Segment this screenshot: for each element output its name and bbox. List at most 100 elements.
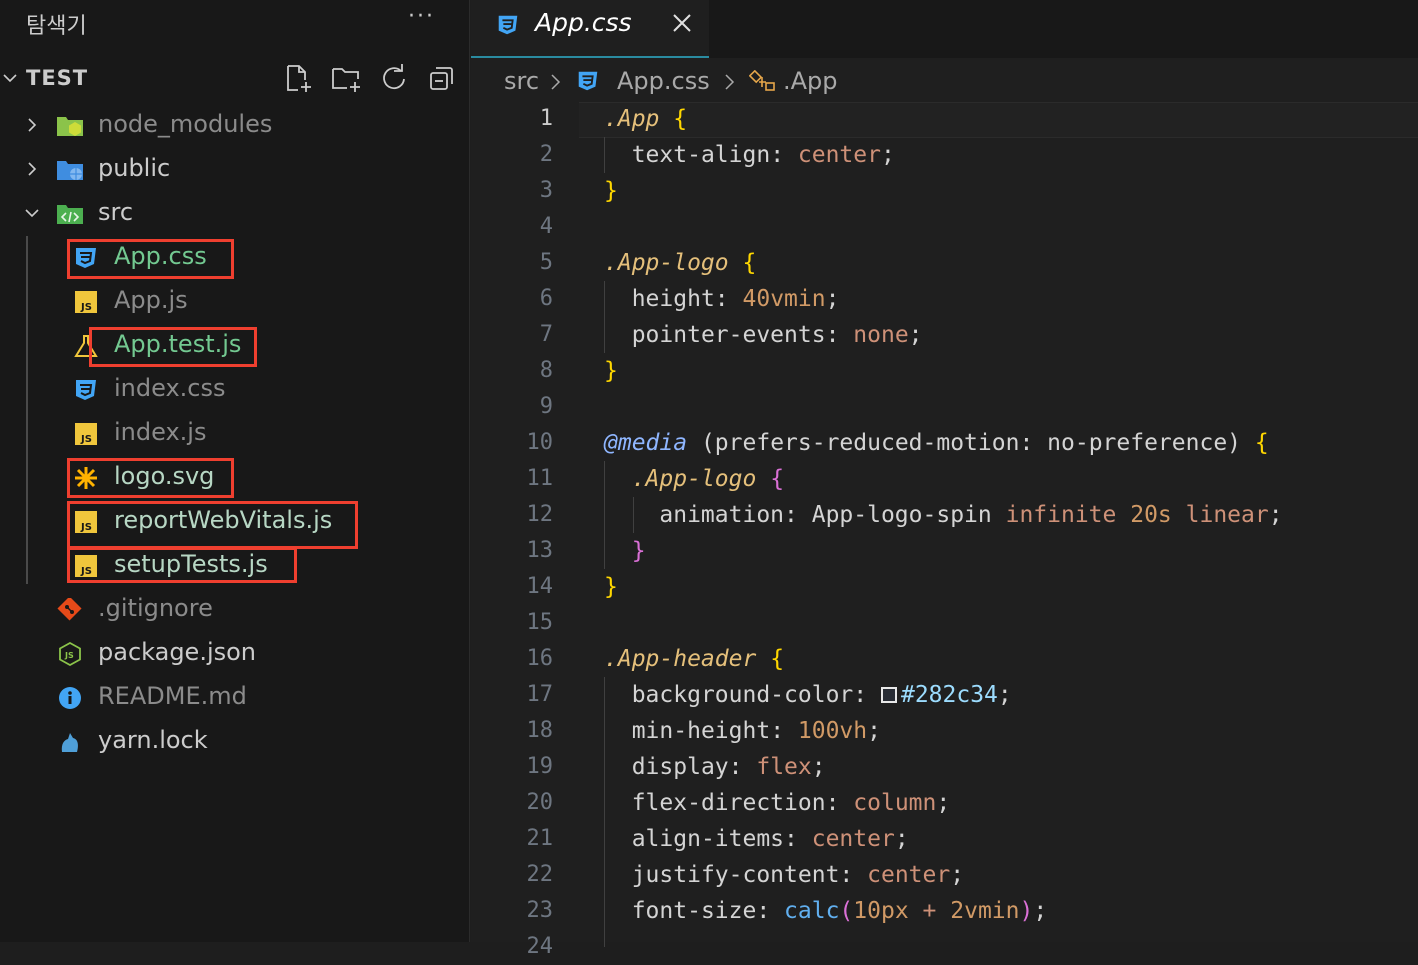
chevron-right-icon [28,118,37,132]
chevron-right-icon [725,74,735,90]
explorer-sidebar: 탐색기 ··· TEST node_modules public src App… [0,0,470,942]
code-line: flex-direction: column; [631,790,951,816]
tree-item-label: package.json [98,638,257,666]
line-number: 11 [526,466,554,491]
code-line: .App { [604,106,688,132]
code-line: } [604,574,618,600]
code-line: min-height: 100vh; [631,718,881,744]
line-number: 18 [526,718,554,743]
line-number: 7 [539,322,553,347]
tab-bar: App.css [471,0,1418,58]
tree-item-label: src [98,198,134,226]
highlight-box [67,547,297,583]
explorer-title: 탐색기 [26,14,87,39]
new-file-icon[interactable] [282,62,314,94]
code-line: background-color: #282c34; [631,682,1012,708]
line-number: 23 [526,898,554,923]
collapse-all-icon[interactable] [426,62,458,94]
code-line: } [631,538,646,564]
info-file-icon [56,686,84,710]
code-line: } [604,178,618,204]
line-number: 4 [539,214,553,239]
line-number: 14 [526,574,554,599]
new-folder-icon[interactable] [330,62,362,94]
yarn-file-icon [56,730,84,754]
breadcrumb-symbol[interactable]: .App [783,67,838,95]
workspace-section-header[interactable]: TEST [0,62,470,98]
highlight-box [89,327,257,367]
breadcrumb: src App.css .App [471,62,1418,102]
color-swatch[interactable] [880,687,897,703]
svg-text:JS: JS [80,302,92,313]
tree-item-package-json[interactable]: JS package.json [0,631,470,675]
code-line: display: flex; [631,754,826,780]
tree-item-app-js[interactable]: JS App.js [0,279,470,323]
code-line: .App-logo { [604,250,757,276]
workspace-name: TEST [26,66,89,90]
tree-item-label: index.css [114,374,226,402]
line-number: 8 [539,358,553,383]
tree-item-node-modules[interactable]: node_modules [0,103,470,147]
css-file-icon [578,71,598,91]
chevron-down-icon [3,74,17,83]
breadcrumb-file[interactable]: App.css [617,67,710,95]
line-number: 6 [539,286,553,311]
css-file-icon [498,15,518,35]
code-line: align-items: center; [631,826,909,852]
code-line: .App-logo { [631,466,785,492]
node-file-icon: JS [56,641,84,667]
chevron-right-icon [28,162,37,176]
tree-item-label: node_modules [98,110,273,138]
svg-text:JS: JS [64,651,74,660]
line-number: 3 [539,178,553,203]
code-line: font-size: calc(10px + 2vmin); [631,898,1048,924]
line-number: 5 [539,250,553,275]
folder-node-icon [56,114,84,138]
symbol-class-icon [749,70,775,91]
git-file-icon [56,596,84,622]
tree-item-readme-md[interactable]: README.md [0,675,470,719]
tree-item-src[interactable]: src [0,191,470,235]
highlight-box [67,458,234,498]
line-number: 13 [526,538,554,563]
more-actions-icon[interactable]: ··· [408,4,435,29]
folder-src-icon [56,202,84,226]
tree-item-label: App.js [114,286,188,314]
highlight-box [67,501,358,549]
tree-item-yarn-lock[interactable]: yarn.lock [0,719,470,763]
folder-public-icon [56,158,84,182]
code-line: pointer-events: none; [631,322,923,348]
tree-item-label: index.js [114,418,207,446]
tab-label: App.css [535,8,632,37]
tree-item-index-css[interactable]: index.css [0,367,470,411]
code-line: height: 40vmin; [631,286,840,312]
highlight-box [67,239,234,279]
js-file-icon: JS [72,422,100,446]
line-number: 24 [526,934,554,959]
line-number: 10 [526,430,554,455]
line-number: 17 [526,682,554,707]
tree-item-label: .gitignore [98,594,213,622]
line-number: 21 [526,826,554,851]
code-line: text-align: center; [631,142,895,168]
close-icon[interactable] [671,12,693,34]
line-number: 22 [526,862,554,887]
code-line: } [604,358,618,384]
js-file-icon: JS [72,290,100,314]
tab-app-css[interactable]: App.css [471,0,709,58]
code-line: @media (prefers-reduced-motion: no-prefe… [604,430,1269,456]
line-number: 20 [526,790,554,815]
line-number: 16 [526,646,554,671]
code-line: animation: App-logo-spin infinite 20s li… [659,502,1283,528]
tree-item-label: yarn.lock [98,726,208,754]
line-number: 19 [526,754,554,779]
line-number: 2 [539,142,553,167]
refresh-icon[interactable] [378,62,410,94]
breadcrumb-folder[interactable]: src [504,67,539,95]
code-line: justify-content: center; [631,862,965,888]
tree-item-gitignore[interactable]: .gitignore [0,587,470,631]
line-number: 12 [526,502,554,527]
tree-item-index-js[interactable]: JS index.js [0,411,470,455]
tree-item-public[interactable]: public [0,147,470,191]
chevron-down-icon [25,209,39,218]
